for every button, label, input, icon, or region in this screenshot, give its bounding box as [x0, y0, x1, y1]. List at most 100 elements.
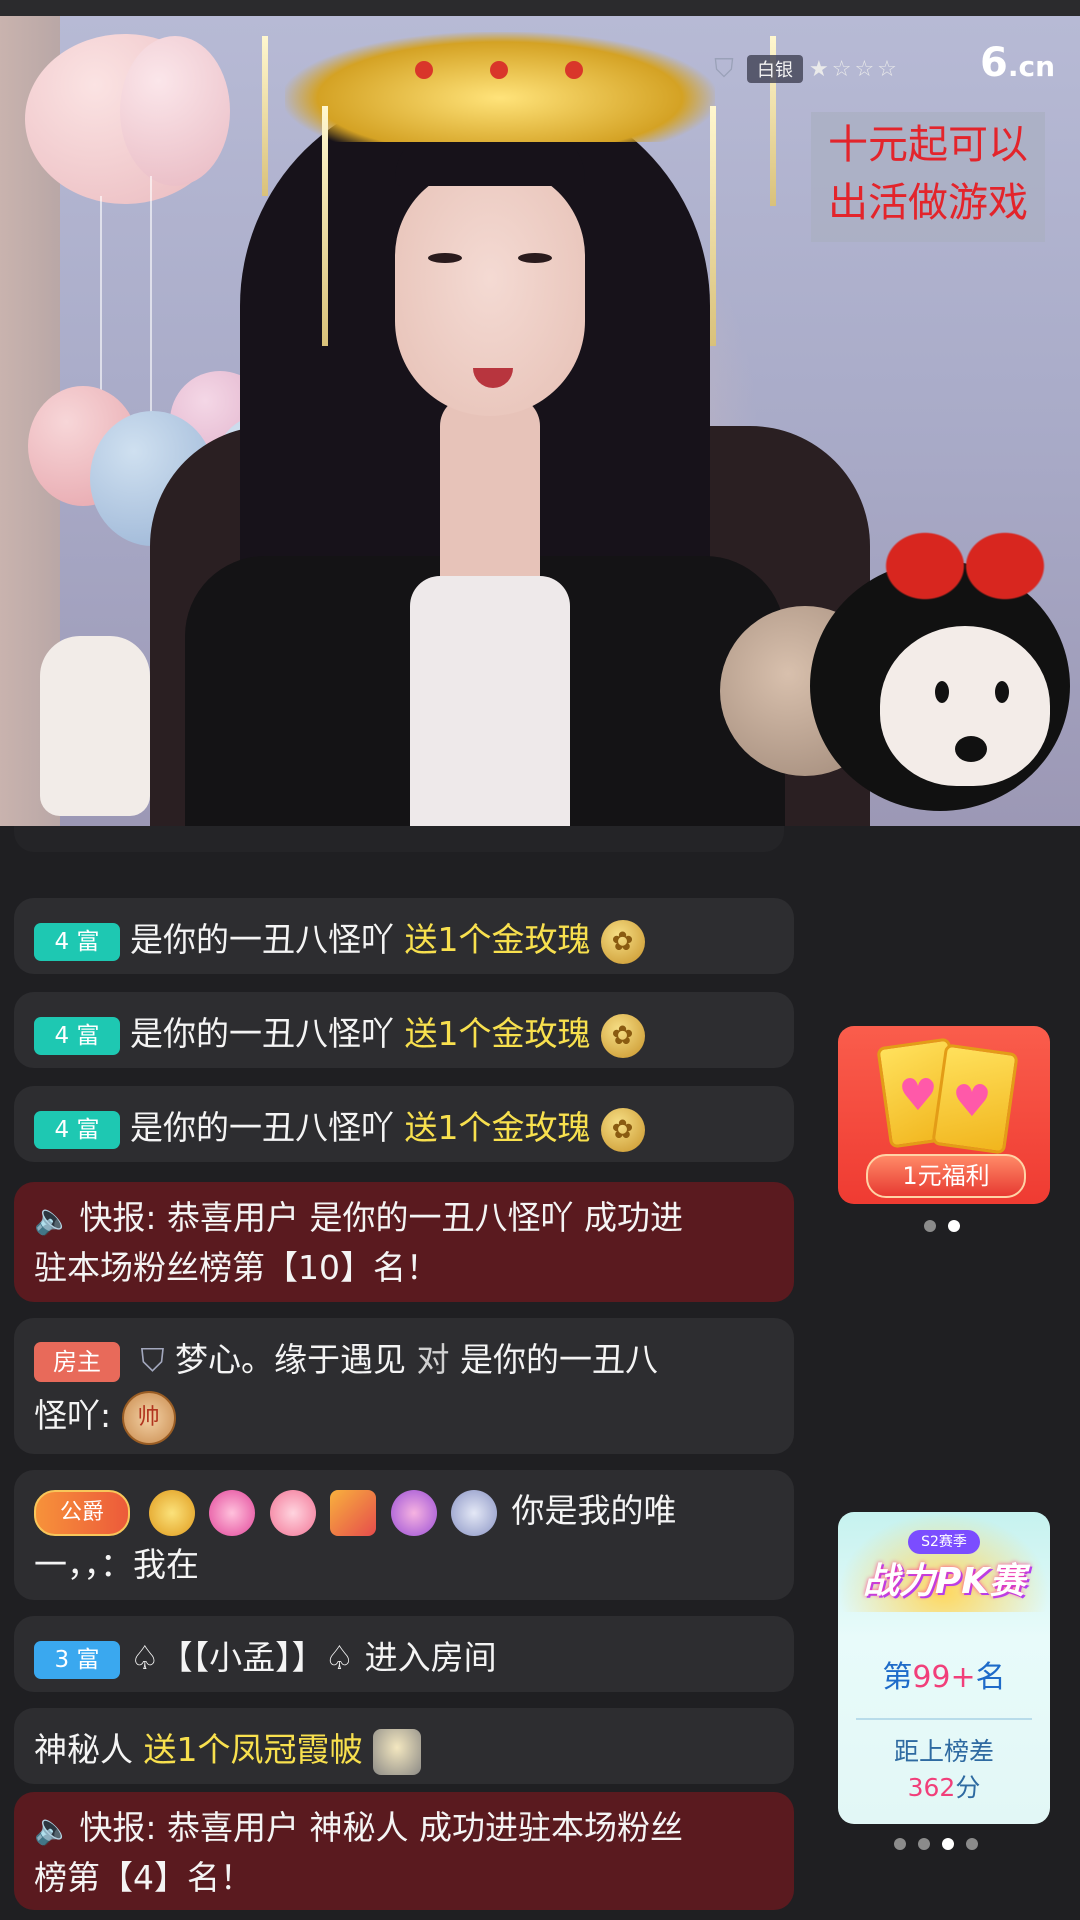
gift-box-icon: [330, 1489, 376, 1536]
crown-gem: [490, 61, 508, 79]
sticker-shuai: 帅: [121, 1390, 176, 1445]
pk-gap-value: 362: [907, 1773, 956, 1802]
live-video[interactable]: ⛉ 白银 ★☆☆☆ 6.cn 十元起可以 出活做游戏: [0, 16, 1080, 826]
plush-mouse-face: [880, 626, 1050, 786]
pager-dot-active[interactable]: [942, 1838, 954, 1850]
rose-icon: ✿: [600, 1107, 645, 1152]
plush-mouse-nose: [955, 736, 987, 762]
pk-contest-widget[interactable]: S2赛季 战力PK赛 第99+名 距上榜差 362分: [838, 1512, 1050, 1824]
crown-gem: [565, 61, 583, 79]
crown-tassel: [322, 106, 328, 346]
username[interactable]: 梦心。缘于遇见: [175, 1340, 406, 1379]
message-text: ♤【【小孟】】♤ 进入房间: [130, 1638, 497, 1677]
medal-icon: [148, 1489, 195, 1536]
heart-medal-icon: [209, 1489, 255, 1536]
streamer-shirt: [410, 576, 570, 826]
gift-text: 送1个凤冠霞帔: [143, 1730, 363, 1769]
status-bar: [0, 0, 1080, 16]
notice-line: 榜第【4】名！: [34, 1858, 253, 1897]
balloon: [120, 36, 230, 186]
chat-message[interactable]: 房主 ⛉ 梦心。缘于遇见 对 是你的一丑八 怪吖: 帅: [14, 1318, 794, 1454]
welfare-pager[interactable]: [924, 1220, 960, 1232]
enter-room-message[interactable]: 3 富 ♤【【小孟】】♤ 进入房间: [14, 1616, 794, 1692]
chat-message[interactable]: 4 富是你的一丑八怪吖 送1个金玫瑰 ✿: [14, 898, 794, 974]
chat-message[interactable]: 4 富是你的一丑八怪吖 送1个金玫瑰 ✿: [14, 992, 794, 1068]
wealth-badge: 3 富: [34, 1640, 120, 1679]
wealth-badge: 4 富: [34, 1016, 120, 1055]
username[interactable]: 是你的一丑八怪吖: [130, 920, 394, 959]
shield-icon: ⛉: [140, 1341, 165, 1379]
welfare-banner[interactable]: ♥ ♥ 1元福利: [838, 1026, 1050, 1204]
rose-icon: ✿: [600, 919, 645, 964]
chat-list[interactable]: 4 富是你的一丑八怪吖 送1个金玫瑰 ✿ 4 富是你的一丑八怪吖 送1个金玫瑰 ✿ …: [0, 826, 820, 1920]
plush-mouse-bow: [885, 531, 1045, 601]
message-text: 一，，：我在: [34, 1545, 199, 1584]
promo-line: 出活做游戏: [828, 180, 1028, 226]
pk-rank-value: 99+: [912, 1660, 976, 1695]
username[interactable]: 是你的一丑八怪吖: [130, 1014, 394, 1053]
heart-icon: ♥: [952, 1076, 992, 1127]
pk-season-badge: S2赛季: [908, 1530, 980, 1554]
shield-icon: ⛉: [714, 54, 734, 84]
target-username[interactable]: 是你的一丑八: [460, 1340, 658, 1379]
notice-line: 驻本场粉丝榜第【10】名！: [34, 1248, 439, 1287]
gift-text: 送1个金玫瑰: [404, 1014, 591, 1053]
target-username[interactable]: 怪吖:: [34, 1396, 111, 1435]
gift-text: 送1个金玫瑰: [404, 920, 591, 959]
promo-line: 十元起可以: [828, 122, 1028, 168]
streamer-neck: [440, 396, 540, 606]
plush-mouse-eye: [935, 681, 949, 703]
fan-rank-notice: 🔈 快报: 恭喜用户 神秘人 成功进驻本场粉丝 榜第【4】名！: [14, 1792, 794, 1910]
divider: [856, 1718, 1032, 1720]
speaker-icon: 🔈: [34, 1202, 72, 1237]
pager-dot[interactable]: [924, 1220, 936, 1232]
pk-gap-label: 距上榜差: [893, 1737, 994, 1766]
level-stars: ★☆☆☆: [809, 56, 900, 82]
crown-filter: [285, 32, 715, 142]
chat-message[interactable]: 4 富是你的一丑八怪吖 送1个金玫瑰 ✿: [14, 1086, 794, 1162]
crown-gem: [415, 61, 433, 79]
pk-rank: 第99+名: [882, 1660, 1006, 1695]
pk-title: 战力PK赛: [862, 1561, 1026, 1602]
crown-icon: [372, 1728, 421, 1775]
wealth-badge: 4 富: [34, 922, 120, 961]
pager-dot[interactable]: [966, 1838, 978, 1850]
message-text: 你是我的唯: [511, 1491, 677, 1530]
username[interactable]: 是你的一丑八怪吖: [130, 1108, 394, 1147]
promo-sign: 十元起可以 出活做游戏: [811, 112, 1045, 242]
balloon-string: [150, 176, 152, 416]
chat-message[interactable]: 公爵 你是我的唯 一，，：我在: [14, 1470, 794, 1600]
notice-line: 快报: 恭喜用户 是你的一丑八怪吖 成功进: [79, 1198, 683, 1237]
username[interactable]: 神秘人: [34, 1730, 133, 1769]
chat-message-partial: [14, 826, 784, 852]
speaker-icon: 🔈: [34, 1812, 72, 1847]
crown-tassel: [262, 36, 268, 196]
crown-tassel: [710, 106, 716, 346]
streamer-eye: [518, 253, 552, 263]
rose-icon: ✿: [600, 1013, 645, 1058]
heart-icon: ♥: [898, 1070, 938, 1121]
pager-dot-active[interactable]: [948, 1220, 960, 1232]
duke-badge: 公爵: [34, 1489, 130, 1536]
notice-line: 快报: 恭喜用户 神秘人 成功进驻本场粉丝: [79, 1808, 683, 1847]
streamer-eye: [428, 253, 462, 263]
site-logo: 6.cn: [980, 40, 1056, 86]
to-word: 对: [416, 1340, 450, 1379]
gift-text: 送1个金玫瑰: [404, 1108, 591, 1147]
heart-medal-icon: [269, 1489, 316, 1536]
level-label: 白银: [747, 55, 803, 83]
heart-medal-icon: [451, 1489, 497, 1536]
heart-medal-icon: [390, 1489, 437, 1536]
chat-message[interactable]: 神秘人 送1个凤冠霞帔: [14, 1708, 794, 1784]
pager-dot[interactable]: [918, 1838, 930, 1850]
pager-dot[interactable]: [894, 1838, 906, 1850]
pk-gap: 距上榜差 362分: [838, 1734, 1050, 1806]
wealth-badge: 4 富: [34, 1110, 120, 1149]
anchor-level-badge: ⛉ 白银 ★☆☆☆: [707, 54, 900, 84]
pk-pager[interactable]: [894, 1838, 978, 1850]
host-badge: 房主: [34, 1341, 120, 1382]
fan-rank-notice: 🔈 快报: 恭喜用户 是你的一丑八怪吖 成功进 驻本场粉丝榜第【10】名！: [14, 1182, 794, 1302]
plush-mouse-eye: [995, 681, 1009, 703]
welfare-button[interactable]: 1元福利: [866, 1154, 1026, 1198]
plush-bunny: [40, 636, 150, 816]
